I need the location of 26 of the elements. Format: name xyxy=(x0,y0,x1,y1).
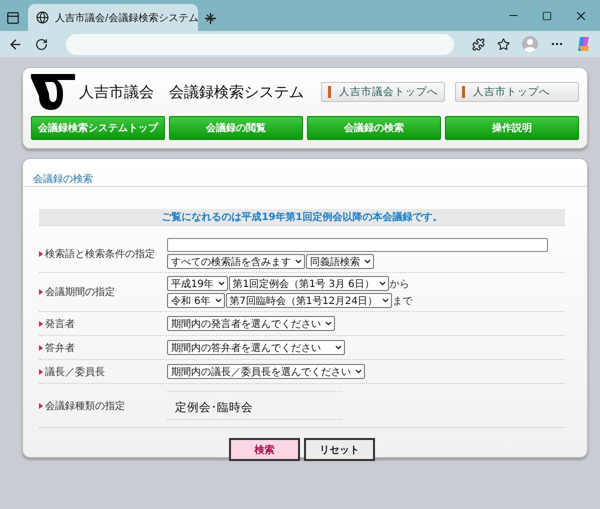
select-field[interactable]: 平成19年 xyxy=(167,276,228,291)
site-title: 人吉市議会 会議録検索システム xyxy=(79,82,304,102)
link-button[interactable]: 人吉市議会トップへ xyxy=(321,82,445,102)
notice-banner: ご覧になれるのは平成19年第1回定例会以降の本会議録です。 xyxy=(39,209,565,226)
select-field[interactable]: 第1回定例会（第1号 3月 6日） xyxy=(228,276,389,291)
field-label: 答弁者 xyxy=(39,340,167,354)
reset-button[interactable]: リセット xyxy=(304,438,375,461)
panel-heading: 会議録の検索 xyxy=(33,174,93,185)
range-suffix: から xyxy=(390,278,410,290)
record-type: 定例会･臨時会 xyxy=(175,400,253,414)
search-button[interactable]: 検索 xyxy=(229,438,300,461)
select-field[interactable]: すべての検索語を含みます xyxy=(167,254,305,269)
field-label: 検索語と検索条件の指定 xyxy=(39,246,167,260)
select-field[interactable]: 期間内の答弁者を選んでください xyxy=(167,340,345,355)
field-label: 発言者 xyxy=(39,316,167,330)
range-suffix: まで xyxy=(392,294,413,308)
select-field[interactable]: 期間内の発言者を選んでください xyxy=(167,316,335,331)
field-label: 会議録種類の指定 xyxy=(39,398,167,412)
select-field[interactable]: 令和 6年 xyxy=(167,293,225,308)
select-field[interactable]: 期間内の議長／委員長を選んでください xyxy=(167,364,365,379)
field-label: 会議期間の指定 xyxy=(39,285,167,299)
field-label: 議長／委員長 xyxy=(39,364,167,378)
select-field[interactable]: 同義語検索 xyxy=(306,254,374,269)
tab-title: 人吉市議会/会議録検索システム xyxy=(55,12,198,24)
select-field[interactable]: 第7回臨時会（第1号12月24日） xyxy=(226,293,392,308)
link-button[interactable]: 人吉市トップへ xyxy=(455,82,579,102)
